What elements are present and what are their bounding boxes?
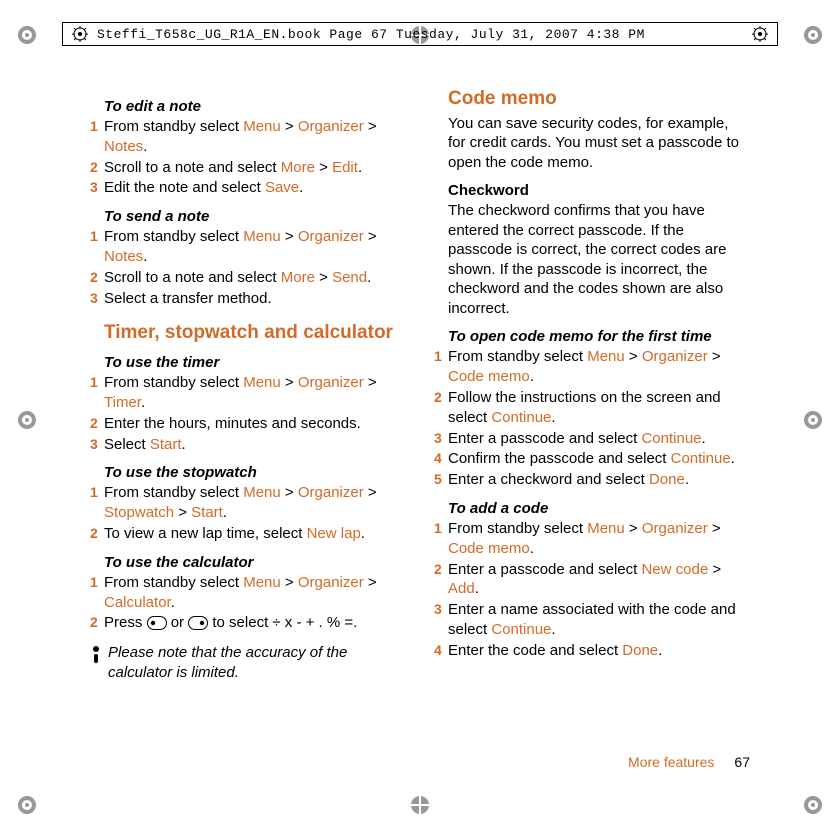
checkword-body: The checkword confirms that you have ent…	[448, 201, 750, 318]
crop-mark-icon	[405, 790, 435, 820]
subhead-stopwatch: To use the stopwatch	[104, 464, 406, 481]
step: Enter a checkword and select Done.	[434, 470, 750, 490]
nav-right-icon	[188, 616, 208, 630]
subhead-edit-note: To edit a note	[104, 98, 406, 115]
section-code-memo: Code memo	[448, 88, 750, 110]
framemaker-header: Steffi_T658c_UG_R1A_EN.book Page 67 Tues…	[62, 22, 778, 46]
calculator-accuracy-note: Please note that the accuracy of the cal…	[90, 643, 406, 682]
crop-mark-icon	[12, 20, 42, 50]
step: Select a transfer method.	[90, 289, 406, 309]
gear-icon	[71, 25, 89, 43]
subhead-open-code-memo: To open code memo for the first time	[448, 328, 750, 345]
page-number: 67	[734, 754, 750, 770]
step: Confirm the passcode and select Continue…	[434, 449, 750, 469]
nav-left-icon	[147, 616, 167, 630]
page-content: To edit a note From standby select Menu …	[90, 88, 750, 770]
step: To view a new lap time, select New lap.	[90, 524, 406, 544]
column-right: Code memo You can save security codes, f…	[434, 88, 750, 770]
step: Enter a passcode and select Continue.	[434, 429, 750, 449]
step: Enter a name associated with the code an…	[434, 600, 750, 640]
gear-icon	[751, 25, 769, 43]
step: Enter a passcode and select New code > A…	[434, 560, 750, 600]
checkword-heading: Checkword	[448, 182, 750, 199]
section-timer-stopwatch-calc: Timer, stopwatch and calculator	[104, 322, 406, 344]
code-memo-intro: You can save security codes, for example…	[448, 114, 750, 173]
steps-send-note: From standby select Menu > Organizer > N…	[90, 227, 406, 308]
step: Enter the code and select Done.	[434, 641, 750, 661]
steps-open-code-memo: From standby select Menu > Organizer > C…	[434, 347, 750, 490]
step: Scroll to a note and select More > Edit.	[90, 158, 406, 178]
page-footer: More features 67	[628, 754, 750, 770]
crop-mark-icon	[12, 405, 42, 435]
step: Scroll to a note and select More > Send.	[90, 268, 406, 288]
crop-mark-icon	[798, 405, 828, 435]
step: From standby select Menu > Organizer > S…	[90, 483, 406, 523]
steps-timer: From standby select Menu > Organizer > T…	[90, 373, 406, 454]
note-text: Please note that the accuracy of the cal…	[108, 643, 406, 682]
step: From standby select Menu > Organizer > C…	[434, 347, 750, 387]
header-text: Steffi_T658c_UG_R1A_EN.book Page 67 Tues…	[97, 27, 645, 42]
steps-add-code: From standby select Menu > Organizer > C…	[434, 519, 750, 661]
step: From standby select Menu > Organizer > C…	[434, 519, 750, 559]
steps-edit-note: From standby select Menu > Organizer > N…	[90, 117, 406, 198]
step: Edit the note and select Save.	[90, 178, 406, 198]
subhead-add-code: To add a code	[448, 500, 750, 517]
crop-mark-icon	[798, 20, 828, 50]
step: From standby select Menu > Organizer > N…	[90, 227, 406, 267]
subhead-calculator: To use the calculator	[104, 554, 406, 571]
column-left: To edit a note From standby select Menu …	[90, 88, 406, 770]
subhead-send-note: To send a note	[104, 208, 406, 225]
crop-mark-icon	[12, 790, 42, 820]
steps-calculator: From standby select Menu > Organizer > C…	[90, 573, 406, 633]
footer-section-label: More features	[628, 754, 714, 770]
step: Enter the hours, minutes and seconds.	[90, 414, 406, 434]
step: Select Start.	[90, 435, 406, 455]
subhead-timer: To use the timer	[104, 354, 406, 371]
step: From standby select Menu > Organizer > N…	[90, 117, 406, 157]
steps-stopwatch: From standby select Menu > Organizer > S…	[90, 483, 406, 543]
step: From standby select Menu > Organizer > T…	[90, 373, 406, 413]
step: Press or to select ÷ x - + . % =.	[90, 613, 406, 633]
info-icon	[90, 645, 102, 669]
step: From standby select Menu > Organizer > C…	[90, 573, 406, 613]
crop-mark-icon	[798, 790, 828, 820]
step: Follow the instructions on the screen an…	[434, 388, 750, 428]
